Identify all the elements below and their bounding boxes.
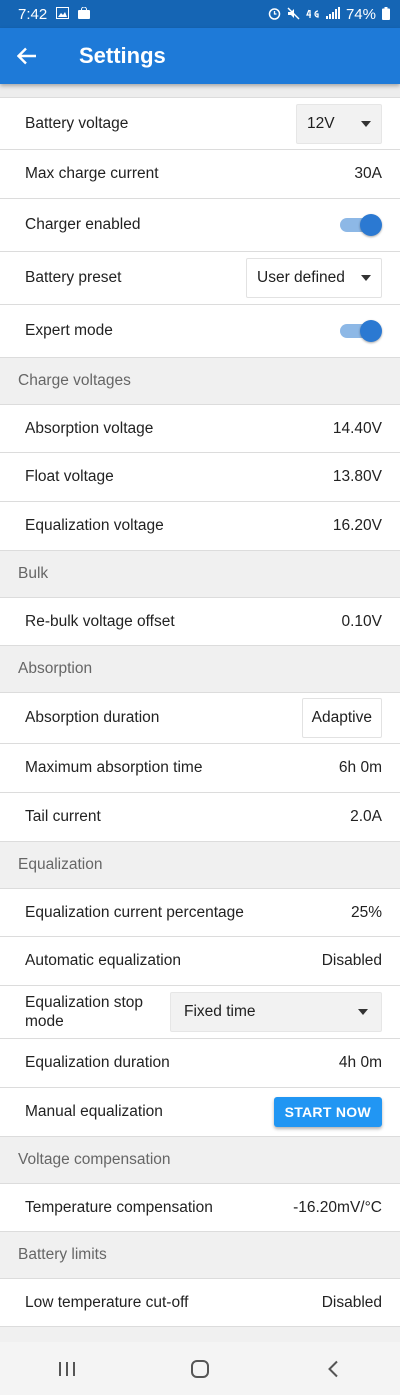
mute-icon	[287, 7, 300, 22]
alarm-icon	[268, 7, 281, 22]
settings-list: Battery voltage 12V Max charge current 3…	[0, 84, 400, 1357]
float-voltage-label: Float voltage	[25, 468, 114, 485]
section-absorption: Absorption	[0, 646, 400, 693]
charger-enabled-row: Charger enabled	[0, 199, 400, 252]
max-charge-current-row[interactable]: Max charge current 30A	[0, 150, 400, 199]
absorption-voltage-value: 14.40V	[332, 419, 382, 437]
tail-current-value: 2.0A	[350, 808, 382, 825]
toggle-knob	[360, 320, 382, 342]
equalization-voltage-label: Equalization voltage	[25, 517, 164, 534]
tail-current-label: Tail current	[25, 808, 101, 825]
absorption-duration-label: Absorption duration	[25, 709, 160, 726]
battery-voltage-row: Battery voltage 12V	[0, 98, 400, 150]
equalization-duration-value: 4h 0m	[338, 1054, 382, 1071]
manual-equalization-row: Manual equalization START NOW	[0, 1088, 400, 1137]
equalization-stop-mode-label-line1: Equalization stop	[25, 994, 144, 1011]
equalization-stop-mode-label: Equalization stop mode	[25, 993, 143, 1031]
battery-voltage-value: 12V	[307, 114, 335, 132]
back-icon[interactable]	[313, 1354, 353, 1384]
battery-preset-value: User defined	[257, 269, 345, 286]
low-temp-cutoff-label: Low temperature cut-off	[25, 1293, 189, 1311]
equalization-current-row[interactable]: Equalization current percentage 25%	[0, 889, 400, 937]
temperature-compensation-label: Temperature compensation	[25, 1198, 213, 1216]
tail-current-row[interactable]: Tail current 2.0A	[0, 793, 400, 842]
max-charge-current-label: Max charge current	[25, 165, 159, 182]
arrow-left-icon[interactable]	[15, 44, 39, 68]
battery-preset-dropdown[interactable]: User defined	[246, 258, 382, 298]
automatic-equalization-row[interactable]: Automatic equalization Disabled	[0, 937, 400, 986]
charger-enabled-toggle[interactable]	[340, 213, 382, 237]
equalization-current-label: Equalization current percentage	[25, 903, 244, 921]
equalization-duration-row[interactable]: Equalization duration 4h 0m	[0, 1039, 400, 1088]
battery-voltage-dropdown[interactable]: 12V	[296, 103, 382, 144]
equalization-voltage-row[interactable]: Equalization voltage 16.20V	[0, 502, 400, 551]
rebulk-offset-label: Re-bulk voltage offset	[25, 612, 175, 630]
battery-percent: 74%	[345, 5, 376, 23]
equalization-voltage-value: 16.20V	[332, 517, 382, 534]
battery-icon	[382, 6, 390, 22]
signal-icon	[325, 7, 340, 21]
equalization-stop-mode-value: Fixed time	[184, 1003, 256, 1020]
section-charge-voltages: Charge voltages	[0, 358, 400, 405]
equalization-stop-mode-row: Equalization stop mode Fixed time	[0, 986, 400, 1039]
battery-preset-row: Battery preset User defined	[0, 252, 400, 305]
max-absorption-time-value: 6h 0m	[338, 759, 382, 776]
bag-icon	[78, 6, 91, 21]
automatic-equalization-label: Automatic equalization	[25, 952, 181, 969]
toggle-knob	[360, 214, 382, 236]
equalization-current-value: 25%	[350, 903, 382, 921]
absorption-duration-row: Absorption duration Adaptive	[0, 693, 400, 744]
expert-mode-label: Expert mode	[25, 322, 113, 339]
automatic-equalization-value: Disabled	[321, 952, 382, 969]
equalization-stop-mode-label-line2: mode	[25, 1013, 64, 1030]
equalization-stop-mode-dropdown[interactable]: Fixed time	[170, 992, 382, 1032]
low-temp-cutoff-value: Disabled	[321, 1293, 382, 1311]
absorption-duration-dropdown[interactable]: Adaptive	[301, 698, 382, 738]
rebulk-offset-row[interactable]: Re-bulk voltage offset 0.10V	[0, 598, 400, 646]
float-voltage-row[interactable]: Float voltage 13.80V	[0, 453, 400, 502]
caret-down-icon	[361, 120, 371, 127]
app-bar: Settings	[0, 28, 400, 84]
navigation-bar	[0, 1342, 400, 1395]
home-icon[interactable]	[180, 1354, 220, 1384]
caret-down-icon	[361, 275, 371, 281]
equalization-duration-label: Equalization duration	[25, 1054, 170, 1071]
max-absorption-time-row[interactable]: Maximum absorption time 6h 0m	[0, 744, 400, 793]
absorption-voltage-label: Absorption voltage	[25, 419, 154, 437]
rebulk-offset-value: 0.10V	[341, 612, 382, 630]
charger-enabled-label: Charger enabled	[25, 216, 141, 233]
image-icon	[56, 7, 70, 21]
caret-down-icon	[358, 1009, 368, 1015]
battery-preset-label: Battery preset	[25, 269, 122, 286]
section-equalization: Equalization	[0, 842, 400, 889]
status-bar: 7:42 74%	[0, 0, 400, 28]
4g-icon	[306, 7, 320, 22]
top-divider	[0, 84, 400, 98]
expert-mode-row: Expert mode	[0, 305, 400, 358]
float-voltage-value: 13.80V	[332, 468, 382, 485]
manual-equalization-label: Manual equalization	[25, 1103, 163, 1120]
battery-voltage-label: Battery voltage	[25, 114, 129, 132]
section-battery-limits: Battery limits	[0, 1232, 400, 1279]
status-time: 7:42	[18, 5, 48, 23]
expert-mode-toggle[interactable]	[340, 319, 382, 343]
section-bulk: Bulk	[0, 551, 400, 598]
temperature-compensation-value: -16.20mV/°C	[293, 1198, 382, 1216]
temperature-compensation-row[interactable]: Temperature compensation -16.20mV/°C	[0, 1184, 400, 1232]
max-absorption-time-label: Maximum absorption time	[25, 759, 203, 776]
section-voltage-compensation: Voltage compensation	[0, 1137, 400, 1184]
low-temp-cutoff-row[interactable]: Low temperature cut-off Disabled	[0, 1279, 400, 1327]
start-now-button[interactable]: START NOW	[273, 1097, 382, 1127]
absorption-duration-value: Adaptive	[311, 709, 372, 726]
max-charge-current-value: 30A	[354, 165, 382, 182]
absorption-voltage-row[interactable]: Absorption voltage 14.40V	[0, 405, 400, 453]
page-title: Settings	[79, 43, 166, 68]
recent-apps-icon[interactable]	[47, 1354, 87, 1384]
